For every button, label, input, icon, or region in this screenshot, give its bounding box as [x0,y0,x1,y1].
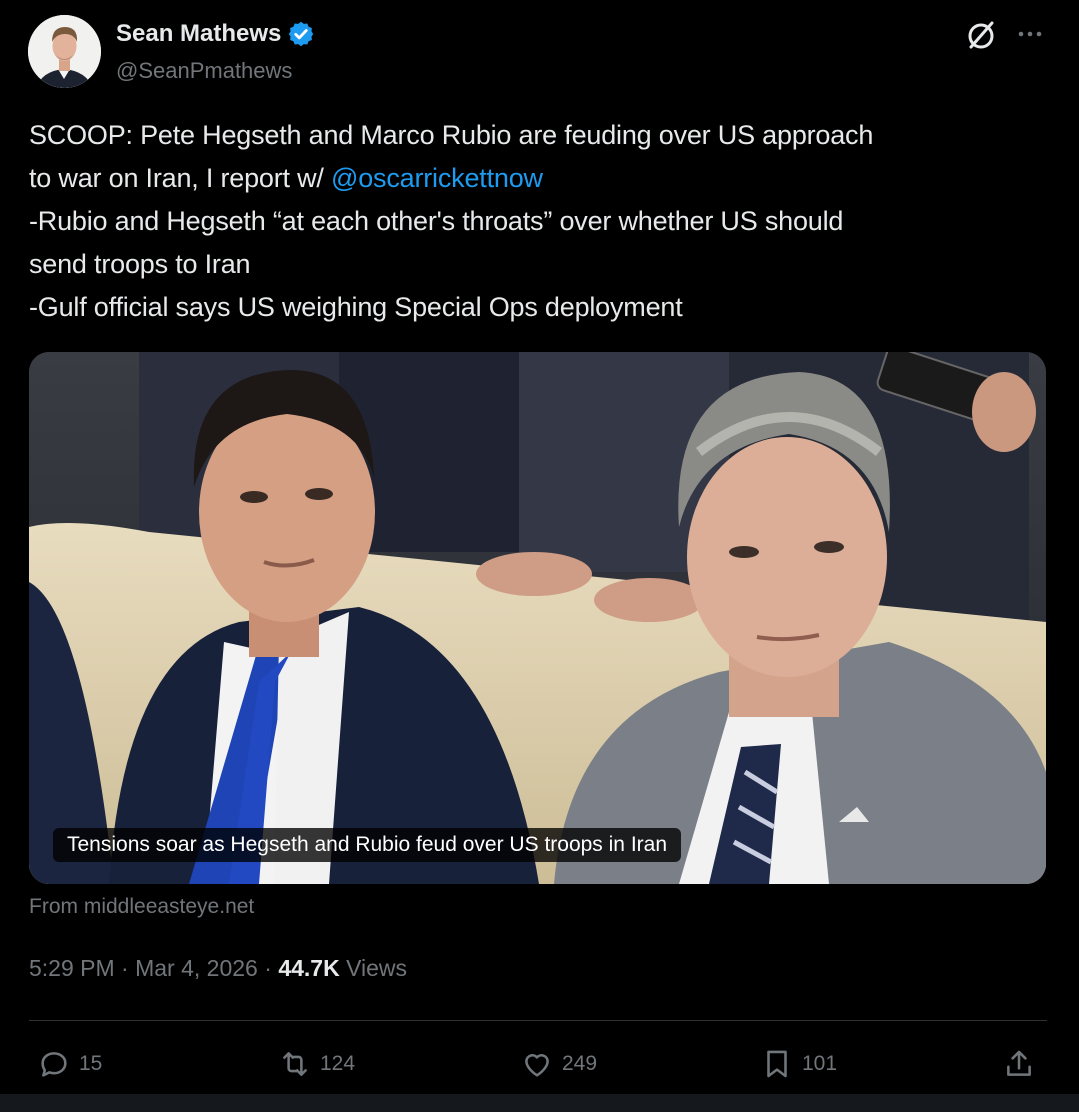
like-count: 249 [562,1052,598,1075]
repost-count: 124 [320,1052,356,1075]
more-icon[interactable] [1014,20,1046,48]
tweet-line: to war on Iran, I report w/ @oscarricket… [29,163,543,193]
card-source[interactable]: From middleeasteye.net [29,895,254,919]
verified-badge-icon[interactable] [287,20,315,48]
bottom-bar [0,1094,1079,1112]
bookmark-icon [767,1050,787,1078]
bookmark-count: 101 [802,1052,838,1075]
reply-icon [41,1052,67,1077]
heart-icon [525,1054,549,1077]
tweet-meta: 5:29 PM · Mar 4, 2026 · 44.7K Views [29,955,407,982]
views-label: Views [346,955,408,981]
share-icon [1007,1050,1031,1076]
views-count: 44.7K [278,955,340,981]
card-photo [29,352,1046,884]
divider [29,1020,1047,1021]
link-card[interactable]: Tensions soar as Hegseth and Rubio feud … [29,352,1046,884]
tweet-date[interactable]: Mar 4, 2026 [135,955,258,981]
author-display-name[interactable]: Sean Mathews [116,20,281,48]
like-button[interactable]: 249 [520,1044,597,1084]
reply-count: 15 [79,1052,103,1075]
tweet-line: -Rubio and Hegseth “at each other's thro… [29,206,844,236]
reply-button[interactable]: 15 [37,1044,102,1084]
repost-icon [283,1052,307,1076]
tweet-time[interactable]: 5:29 PM [29,955,115,981]
repost-button[interactable]: 124 [278,1044,355,1084]
meta-separator: · [121,955,129,981]
tweet-text: SCOOP: Pete Hegseth and Marco Rubio are … [29,114,1029,329]
avatar-image [28,15,101,88]
avatar[interactable] [28,15,101,88]
author-name-row[interactable]: Sean Mathews [116,20,315,48]
author-handle[interactable]: @SeanPmathews [116,58,292,84]
meta-separator: · [264,955,272,981]
tweet-line: -Gulf official says US weighing Special … [29,292,683,322]
tweet-line: send troops to Iran [29,249,251,279]
grok-icon[interactable] [964,18,998,52]
card-caption[interactable]: Tensions soar as Hegseth and Rubio feud … [53,828,682,862]
mention-link[interactable]: @oscarrickettnow [331,163,543,193]
tweet-line: SCOOP: Pete Hegseth and Marco Rubio are … [29,120,874,150]
share-button[interactable] [1002,1044,1036,1084]
bookmark-button[interactable]: 101 [760,1044,837,1084]
